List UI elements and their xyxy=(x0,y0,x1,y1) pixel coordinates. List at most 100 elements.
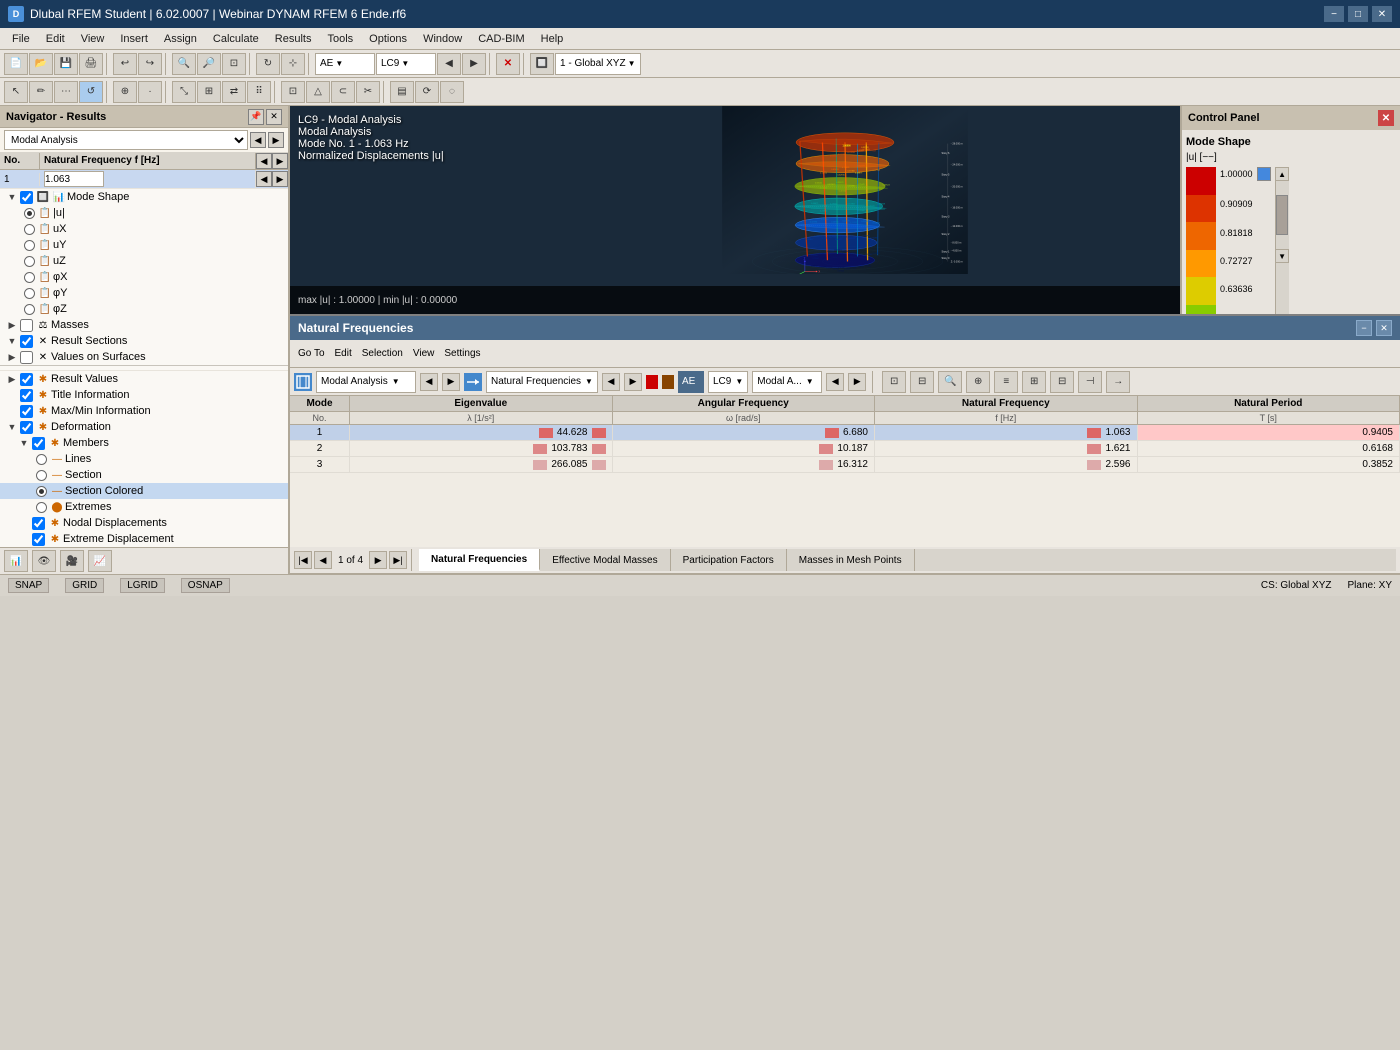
menu-edit[interactable]: Edit xyxy=(38,31,73,47)
bp-next-btn[interactable]: ▶ xyxy=(369,551,387,569)
tb-redo[interactable]: ↪ xyxy=(138,53,162,75)
tab-natural-frequencies[interactable]: Natural Frequencies xyxy=(419,549,540,571)
tree-item-extremes[interactable]: ⬤ Extremes xyxy=(0,499,288,515)
radio-abs-u[interactable] xyxy=(24,208,35,219)
tb-rotate[interactable]: ↻ xyxy=(256,53,280,75)
tree-item-lines[interactable]: — Lines xyxy=(0,451,288,467)
tree-item-maxmin-info[interactable]: ✱ Max/Min Information xyxy=(0,403,288,419)
tree-expand-result-sections[interactable]: ▼ xyxy=(6,335,18,347)
bp-minimize-btn[interactable]: − xyxy=(1356,320,1372,336)
tree-check-result-sections[interactable] xyxy=(20,335,33,348)
tree-expand-mode-shape[interactable]: ▼ xyxy=(6,191,18,203)
bp-analysis-dropdown[interactable]: Modal Analysis ▼ xyxy=(316,371,416,393)
scroll-thumb[interactable] xyxy=(1276,195,1288,235)
tab-effective-modal-masses[interactable]: Effective Modal Masses xyxy=(540,549,670,571)
tb-zoom-in[interactable]: 🔍 xyxy=(172,53,196,75)
bp-last-btn[interactable]: ▶| xyxy=(389,551,407,569)
tb2-axis[interactable]: ⊕ xyxy=(113,81,137,103)
tree-expand-title-info[interactable] xyxy=(6,389,18,401)
nav-col-next[interactable]: ▶ xyxy=(272,153,288,169)
tb-close-res[interactable]: ✕ xyxy=(496,53,520,75)
cp-close-button[interactable]: ✕ xyxy=(1378,110,1394,126)
tb2-arr[interactable]: ⠿ xyxy=(247,81,271,103)
status-snap-btn[interactable]: SNAP xyxy=(8,578,49,593)
bp-edit-label[interactable]: Edit xyxy=(331,348,356,359)
table-row-2[interactable]: 2 103.783 10.187 1.621 0.6168 xyxy=(290,441,1400,457)
tb-print-preview[interactable]: 🖨 xyxy=(79,53,103,75)
tree-check-masses[interactable] xyxy=(20,319,33,332)
tree-item-result-values[interactable]: ▶ ✱ Result Values xyxy=(0,371,288,387)
nav-col-prev[interactable]: ◀ xyxy=(256,153,272,169)
tree-expand-maxmin-info[interactable] xyxy=(6,405,18,417)
bp-analysis-next[interactable]: ▶ xyxy=(442,373,460,391)
tree-item-phiy[interactable]: 📋 φY xyxy=(0,285,288,301)
tb-3d-view[interactable]: 🔲 xyxy=(530,53,554,75)
tb-lc-number-dropdown[interactable]: LC9 ▼ xyxy=(376,53,436,75)
tb2-trim[interactable]: ✂ xyxy=(356,81,380,103)
bp-type-dropdown[interactable]: Natural Frequencies ▼ xyxy=(486,371,598,393)
nav-bottom-view-icon[interactable]: 👁 xyxy=(32,550,56,572)
menu-calculate[interactable]: Calculate xyxy=(205,31,267,47)
bp-prev-btn[interactable]: ◀ xyxy=(314,551,332,569)
bp-view-label[interactable]: View xyxy=(409,348,439,359)
tb2-rotate[interactable]: ↺ xyxy=(79,81,103,103)
tree-check-values-surfaces[interactable] xyxy=(20,351,33,364)
tb2-1[interactable]: ↖ xyxy=(4,81,28,103)
tb-zoom-fit[interactable]: ⊡ xyxy=(222,53,246,75)
tb2-mirror[interactable]: ⇄ xyxy=(222,81,246,103)
bp-goto-label[interactable]: Go To xyxy=(294,348,329,359)
bp-tb-btn1[interactable]: ⊡ xyxy=(882,371,906,393)
menu-file[interactable]: File xyxy=(4,31,38,47)
tb2-move[interactable]: ⤡ xyxy=(172,81,196,103)
menu-window[interactable]: Window xyxy=(415,31,470,47)
nav-table-row[interactable]: 1 ◀ ▶ xyxy=(0,170,288,189)
tree-item-section-colored[interactable]: — Section Colored xyxy=(0,483,288,499)
tb-prev-lc[interactable]: ◀ xyxy=(437,53,461,75)
tb2-sweep[interactable]: ⟳ xyxy=(415,81,439,103)
tree-item-uz[interactable]: 📋 uZ xyxy=(0,253,288,269)
nav-prev-btn[interactable]: ◀ xyxy=(250,132,266,148)
radio-phiy[interactable] xyxy=(24,288,35,299)
bp-type-prev[interactable]: ◀ xyxy=(602,373,620,391)
tree-expand-members[interactable]: ▼ xyxy=(18,437,30,449)
tree-item-masses[interactable]: ▶ ⚖ Masses xyxy=(0,317,288,333)
tb-save[interactable]: 💾 xyxy=(54,53,78,75)
status-grid-btn[interactable]: GRID xyxy=(65,578,104,593)
radio-phix[interactable] xyxy=(24,272,35,283)
tree-check-extreme-disp[interactable] xyxy=(32,533,45,546)
bp-mode-prev[interactable]: ◀ xyxy=(826,373,844,391)
bp-tb-btn9[interactable]: → xyxy=(1106,371,1130,393)
menu-help[interactable]: Help xyxy=(533,31,572,47)
nav-pin-btn[interactable]: 📌 xyxy=(248,109,264,125)
bp-tb-btn4[interactable]: ⊕ xyxy=(966,371,990,393)
bp-tb-btn8[interactable]: ⊣ xyxy=(1078,371,1102,393)
bp-tb-btn5[interactable]: ≡ xyxy=(994,371,1018,393)
radio-section-colored[interactable] xyxy=(36,486,47,497)
bp-selection-label[interactable]: Selection xyxy=(358,348,407,359)
menu-assign[interactable]: Assign xyxy=(156,31,205,47)
tree-item-ux[interactable]: 📋 uX xyxy=(0,221,288,237)
menu-results[interactable]: Results xyxy=(267,31,320,47)
bp-type-next[interactable]: ▶ xyxy=(624,373,642,391)
bp-mode-next[interactable]: ▶ xyxy=(848,373,866,391)
tree-check-nodal[interactable] xyxy=(32,517,45,530)
tb2-proj[interactable]: △ xyxy=(306,81,330,103)
tree-item-values-surfaces[interactable]: ▶ ✕ Values on Surfaces xyxy=(0,349,288,365)
tree-expand-extreme-disp[interactable] xyxy=(18,533,30,545)
tree-item-phiz[interactable]: 📋 φZ xyxy=(0,301,288,317)
scroll-down-arrow[interactable]: ▼ xyxy=(1275,249,1289,263)
tb2-2[interactable]: ✏ xyxy=(29,81,53,103)
menu-cadbim[interactable]: CAD-BIM xyxy=(470,31,532,47)
tree-item-deformation[interactable]: ▼ ✱ Deformation xyxy=(0,419,288,435)
cp-scale-scrollbar[interactable]: ▲ ▼ xyxy=(1275,167,1289,314)
bp-lc9-dropdown[interactable]: LC9 ▼ xyxy=(708,371,748,393)
tree-check-maxmin-info[interactable] xyxy=(20,405,33,418)
tree-item-title-info[interactable]: ✱ Title Information xyxy=(0,387,288,403)
radio-section[interactable] xyxy=(36,470,47,481)
bp-tb-btn6[interactable]: ⊞ xyxy=(1022,371,1046,393)
bp-tb-btn2[interactable]: ⊟ xyxy=(910,371,934,393)
tb2-scale[interactable]: ⊡ xyxy=(281,81,305,103)
nav-row-next[interactable]: ▶ xyxy=(272,171,288,187)
radio-ux[interactable] xyxy=(24,224,35,235)
tb-next-lc[interactable]: ▶ xyxy=(462,53,486,75)
